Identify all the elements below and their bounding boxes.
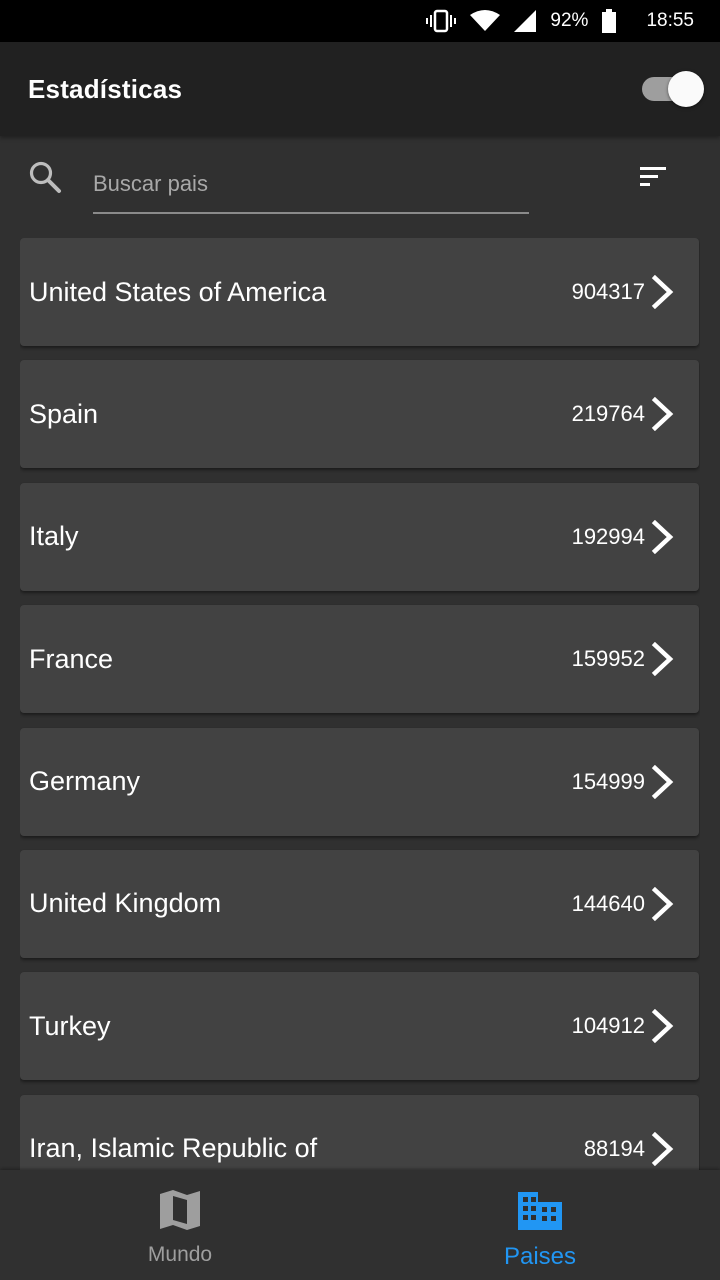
city-icon <box>516 1188 564 1237</box>
country-name: Germany <box>29 766 141 797</box>
country-card[interactable]: Italy 192994 <box>20 482 699 591</box>
country-name: Spain <box>29 398 99 429</box>
nav-label-paises: Paises <box>503 1243 577 1270</box>
search-icon <box>28 160 62 199</box>
case-count: 159952 <box>571 646 645 672</box>
country-name: Iran, Islamic Republic of <box>29 1133 318 1164</box>
country-card[interactable]: United Kingdom 144640 <box>20 849 699 958</box>
country-name: Italy <box>29 521 79 552</box>
case-count: 154999 <box>571 768 645 794</box>
status-bar: 92% 18:55 <box>0 0 720 42</box>
country-card[interactable]: United States of America 904317 <box>20 238 699 346</box>
chevron-right-icon <box>651 397 685 432</box>
case-count: 104912 <box>571 1013 645 1039</box>
country-name: Turkey <box>29 1010 111 1041</box>
country-name: United Kingdom <box>29 888 222 919</box>
search-input[interactable] <box>93 156 529 214</box>
chevron-right-icon <box>651 1131 685 1166</box>
nav-item-mundo[interactable]: Mundo <box>0 1170 360 1280</box>
map-icon <box>158 1188 202 1237</box>
country-card[interactable]: Germany 154999 <box>20 727 699 836</box>
chevron-right-icon <box>651 1009 685 1044</box>
chevron-right-icon <box>651 519 685 554</box>
chevron-right-icon <box>651 275 685 309</box>
vibrate-icon <box>426 9 457 33</box>
country-name: United States of America <box>29 276 327 307</box>
case-count: 88194 <box>583 1135 645 1161</box>
battery-icon <box>602 9 617 33</box>
case-count: 219764 <box>571 401 645 427</box>
country-card[interactable]: Spain 219764 <box>20 360 699 469</box>
country-card[interactable]: Turkey 104912 <box>20 972 699 1081</box>
nav-label-mundo: Mundo <box>147 1243 213 1266</box>
toggle-thumb <box>668 71 704 107</box>
bottom-navigation: Mundo Paises <box>0 1170 720 1280</box>
case-count: 904317 <box>571 279 645 304</box>
country-card[interactable]: France 159952 <box>20 605 699 714</box>
theme-toggle[interactable] <box>642 71 704 107</box>
search-bar <box>0 136 720 236</box>
chevron-right-icon <box>651 642 685 677</box>
clock: 18:55 <box>646 10 694 31</box>
app-screen: 92% 18:55 Estadísticas Buscar pais Unite… <box>0 0 720 1280</box>
battery-percent: 92% <box>550 10 589 31</box>
nav-item-paises[interactable]: Paises <box>360 1170 720 1280</box>
wifi-icon <box>470 10 501 32</box>
page-title: Estadísticas <box>28 73 183 104</box>
case-count: 144640 <box>571 890 645 916</box>
chevron-right-icon <box>651 886 685 921</box>
case-count: 192994 <box>571 523 645 549</box>
chevron-right-icon <box>651 764 685 799</box>
app-bar: Estadísticas <box>0 42 720 136</box>
country-list: United States of America 904317 Spain 21976… <box>20 238 700 1170</box>
signal-icon <box>514 10 537 32</box>
country-card[interactable]: Iran, Islamic Republic of 88194 <box>20 1094 699 1170</box>
sort-icon[interactable] <box>636 162 670 197</box>
country-name: France <box>29 643 114 674</box>
